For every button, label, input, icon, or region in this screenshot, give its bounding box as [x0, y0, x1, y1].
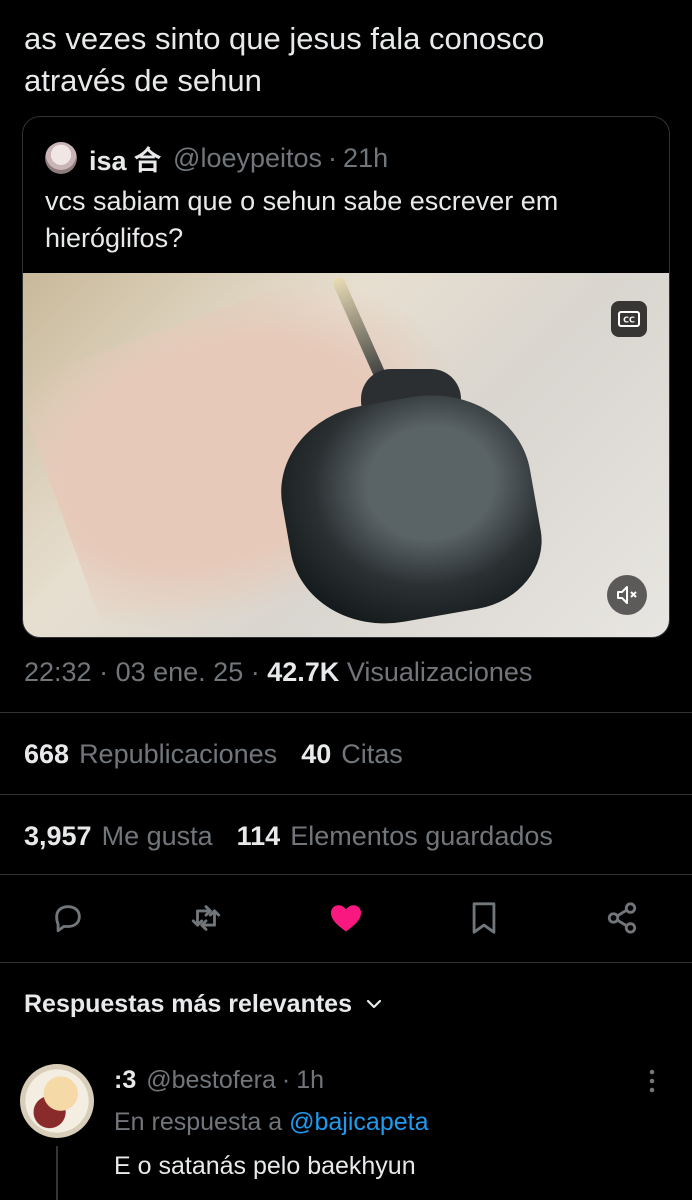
tweet-text-line: através de sehun [24, 63, 262, 98]
quotes-count[interactable]: 40 [301, 734, 331, 774]
tweet-time[interactable]: 22:32 [24, 657, 92, 687]
mute-button[interactable] [607, 575, 647, 615]
reply-timestamp[interactable]: 1h [296, 1062, 324, 1098]
share-button[interactable] [602, 898, 642, 938]
likes-label[interactable]: Me gusta [102, 816, 213, 856]
volume-muted-icon [617, 586, 637, 604]
reposts-label[interactable]: Republicaciones [79, 734, 277, 774]
reply-author-name[interactable]: :3 [114, 1062, 136, 1098]
thread-line [56, 1146, 58, 1200]
divider [0, 874, 692, 875]
divider [0, 794, 692, 795]
tweet-text: as vezes sinto que jesus fala conosco at… [24, 18, 664, 102]
separator-dot: · [328, 142, 338, 173]
avatar[interactable] [45, 142, 77, 174]
quoted-text-line: vcs sabiam que o sehun sabe escrever em [45, 186, 559, 216]
tweet-date[interactable]: 03 ene. 25 [116, 657, 244, 687]
share-icon [607, 902, 637, 934]
reply-to-line: En respuesta a @bajicapeta [114, 1102, 428, 1142]
likes-count[interactable]: 3,957 [24, 816, 92, 856]
reply-author-handle[interactable]: @bestofera [146, 1062, 276, 1098]
bookmarks-label[interactable]: Elementos guardados [290, 816, 553, 856]
tweet-actions-bar [0, 890, 692, 946]
stats-row-likes: 3,957 Me gusta 114 Elementos guardados [24, 816, 577, 856]
reposts-count[interactable]: 668 [24, 734, 69, 774]
divider [0, 712, 692, 713]
bookmarks-count[interactable]: 114 [237, 816, 281, 856]
reply-button[interactable] [48, 898, 88, 938]
quoted-author-name[interactable]: isa 合 [89, 139, 161, 178]
reply-to-mention[interactable]: @bajicapeta [289, 1108, 428, 1136]
quoted-text-line: hieróglifos? [45, 223, 184, 253]
views-count: 42.7K [267, 657, 340, 687]
quoted-tweet[interactable]: isa 合 @loeypeitos · 21h vcs sabiam que o… [22, 116, 670, 638]
like-icon [331, 905, 361, 932]
video-player[interactable]: CC [23, 273, 669, 637]
like-button[interactable] [326, 898, 366, 938]
bookmark-button[interactable] [464, 898, 504, 938]
quoted-tweet-header: isa 合 @loeypeitos · 21h [45, 139, 388, 178]
reply-text: E o satanás pelo baekhyun [114, 1152, 416, 1180]
replies-sort-dropdown[interactable]: Respuestas más relevantes [24, 984, 386, 1024]
reply-to-label: En respuesta a [114, 1108, 283, 1136]
tweet-meta: 22:32 · 03 ene. 25 · 42.7K Visualizacion… [24, 652, 532, 692]
reply-header: :3 @bestofera · 1h [114, 1062, 324, 1098]
separator-dot: · [281, 1066, 291, 1094]
quoted-author-handle[interactable]: @loeypeitos [173, 143, 322, 174]
repost-button[interactable] [186, 898, 226, 938]
divider [0, 962, 692, 963]
avatar[interactable] [20, 1064, 94, 1138]
repost-icon [191, 905, 221, 931]
quoted-timestamp[interactable]: 21h [343, 143, 388, 174]
stats-row-reposts: 668 Republicaciones 40 Citas [24, 734, 427, 774]
closed-captions-button[interactable]: CC [611, 301, 647, 337]
separator-dot: · [99, 657, 116, 687]
tweet-text-line: as vezes sinto que jesus fala conosco [24, 21, 545, 56]
separator-dot: · [250, 657, 268, 687]
views-label: Visualizaciones [346, 657, 533, 687]
closed-captions-icon: CC [618, 311, 640, 327]
reply-icon [55, 905, 81, 933]
svg-text:CC: CC [623, 316, 635, 325]
quoted-tweet-text: vcs sabiam que o sehun sabe escrever em … [45, 183, 645, 257]
more-vertical-icon [649, 1069, 655, 1093]
more-options-button[interactable] [642, 1066, 662, 1096]
bookmark-icon [472, 902, 496, 934]
replies-sort-label: Respuestas más relevantes [24, 990, 352, 1018]
quotes-label[interactable]: Citas [341, 734, 403, 774]
chevron-down-icon [366, 999, 382, 1009]
